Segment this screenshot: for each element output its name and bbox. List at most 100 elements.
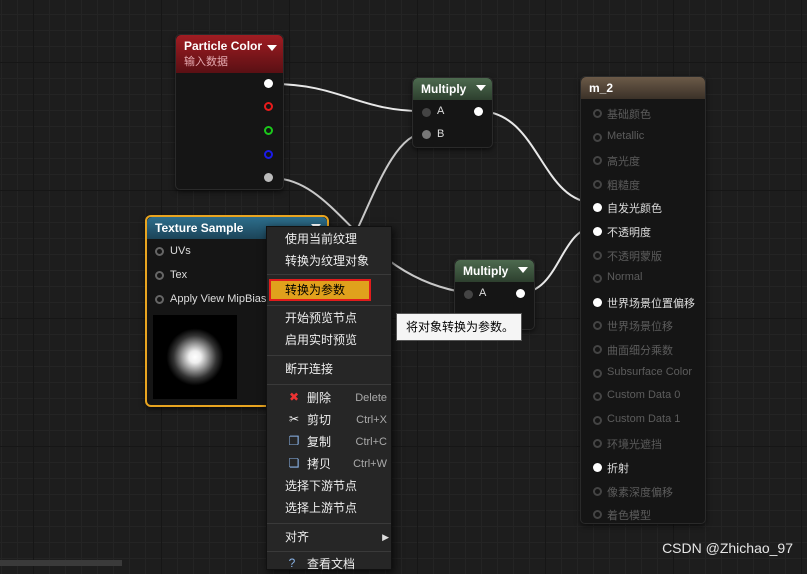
menu-item-label: 选择上游节点: [285, 501, 358, 515]
red-output-pin[interactable]: [264, 102, 273, 111]
menu-item-enable-realtime-preview[interactable]: 启用实时预览: [267, 330, 391, 350]
menu-item-label: 选择下游节点: [285, 479, 358, 493]
material-input-label: 像素深度偏移: [607, 486, 673, 499]
material-input-label: 世界场景位置偏移: [607, 297, 695, 310]
menu-item-break-links[interactable]: 断开连接: [267, 359, 391, 379]
context-menu: 使用当前纹理 转换为纹理对象 转换为参数 开始预览节点 启用实时预览 断开连接 …: [266, 226, 392, 571]
material-input-pin[interactable]: [593, 250, 602, 260]
menu-item-shortcut: Delete: [355, 392, 387, 404]
multiply-1-input-a-pin[interactable]: [422, 108, 431, 117]
particle-color-title: Particle Color: [184, 39, 263, 53]
material-input-label: 不透明度: [607, 227, 651, 239]
menu-item-select-upstream[interactable]: 选择上游节点: [267, 498, 391, 518]
collapse-arrow-icon[interactable]: [518, 267, 528, 273]
texture-sample-title: Texture Sample: [155, 221, 244, 235]
menu-item-cut[interactable]: ✂ 剪切 Ctrl+X: [267, 410, 391, 430]
menu-item-label: 拷贝: [307, 457, 332, 471]
menu-item-convert-to-parameter[interactable]: 转换为参数: [267, 280, 391, 300]
wire-particle-to-multiply1: [272, 83, 426, 113]
menu-item-label: 复制: [307, 435, 332, 449]
scissors-icon: ✂: [288, 412, 300, 426]
menu-separator: [267, 384, 391, 385]
multiply-2-output-pin[interactable]: [516, 289, 525, 298]
multiply-1-output-pin[interactable]: [474, 107, 483, 116]
blue-output-pin[interactable]: [264, 150, 273, 159]
multiply-node-1[interactable]: Multiply A B: [412, 77, 493, 148]
material-input-label: 折射: [607, 463, 629, 475]
rgba-output-pin[interactable]: [264, 79, 273, 88]
material-input-pin[interactable]: [593, 156, 602, 166]
particle-color-subtitle: 输入数据: [184, 56, 228, 68]
menu-item-label: 转换为参数: [285, 283, 346, 297]
material-input-label: Custom Data 1: [607, 412, 681, 425]
material-input-pin[interactable]: [593, 415, 602, 425]
material-input-pin[interactable]: [593, 274, 602, 284]
menu-separator: [267, 523, 391, 524]
material-input-pin[interactable]: [593, 368, 602, 378]
multiply-2-title: Multiply: [463, 264, 509, 278]
multiply-2-header[interactable]: Multiply: [455, 260, 534, 282]
material-input-label: 世界场景位移: [607, 321, 673, 334]
menu-item-copy[interactable]: ❐ 复制 Ctrl+C: [267, 432, 391, 452]
paste-icon: ❏: [288, 456, 300, 470]
submenu-arrow-icon: ▶: [382, 532, 389, 542]
material-input-label: 基础颜色: [607, 109, 651, 121]
material-input-pin[interactable]: [593, 321, 602, 331]
material-input-pin[interactable]: [593, 392, 602, 402]
material-result-header[interactable]: m_2: [581, 77, 705, 99]
alpha-output-pin[interactable]: [264, 173, 273, 182]
menu-item-view-docs[interactable]: ? 查看文档: [267, 554, 391, 574]
material-input-pin[interactable]: [593, 297, 602, 307]
menu-item-label: 剪切: [307, 413, 332, 427]
material-input-pin[interactable]: [593, 486, 602, 496]
tex-input-pin[interactable]: [155, 271, 164, 280]
menu-item-select-downstream[interactable]: 选择下游节点: [267, 476, 391, 496]
material-input-label: Custom Data 0: [607, 389, 681, 402]
bottom-status-bar: [0, 560, 122, 566]
menu-separator: [267, 305, 391, 306]
menu-item-label: 对齐: [285, 530, 310, 544]
material-input-label: 自发光颜色: [607, 203, 662, 216]
menu-item-paste[interactable]: ❏ 拷贝 Ctrl+W: [267, 454, 391, 474]
material-input-pin[interactable]: [593, 439, 602, 449]
mipbias-input-label: Apply View MipBias: [170, 293, 267, 305]
menu-item-label: 开始预览节点: [285, 311, 358, 325]
collapse-arrow-icon[interactable]: [476, 85, 486, 91]
multiply-2-input-a-pin[interactable]: [464, 290, 473, 299]
menu-item-use-current-texture[interactable]: 使用当前纹理: [267, 229, 391, 249]
material-input-pin[interactable]: [593, 463, 602, 472]
multiply-1-header[interactable]: Multiply: [413, 78, 492, 100]
menu-item-shortcut: Ctrl+X: [356, 414, 387, 426]
mipbias-input-pin[interactable]: [155, 295, 164, 304]
material-result-title: m_2: [589, 81, 614, 95]
material-input-pin[interactable]: [593, 109, 602, 118]
menu-item-convert-to-texture-object[interactable]: 转换为纹理对象: [267, 251, 391, 271]
wire-multiply1-to-emissive: [477, 110, 597, 204]
menu-item-delete[interactable]: ✖ 删除 Delete: [267, 388, 391, 408]
menu-separator: [267, 355, 391, 356]
collapse-arrow-icon[interactable]: [267, 45, 277, 51]
material-input-pin[interactable]: [593, 345, 602, 354]
material-result-node[interactable]: m_2 基础颜色 Metallic 高光度 粗糙度 自发光颜色 不透明度 不透明蒙版 Norm…: [580, 76, 706, 524]
material-input-label: 着色模型: [607, 510, 651, 523]
material-input-pin[interactable]: [593, 203, 602, 213]
material-input-pin[interactable]: [593, 227, 602, 236]
menu-item-label: 查看文档: [307, 557, 356, 571]
menu-item-label: 转换为纹理对象: [285, 254, 370, 268]
material-input-label: 高光度: [607, 156, 640, 169]
uvs-input-pin[interactable]: [155, 247, 164, 256]
delete-icon: ✖: [288, 390, 300, 404]
material-input-label: Metallic: [607, 129, 645, 142]
material-input-pin[interactable]: [593, 510, 602, 520]
menu-item-start-preview-node[interactable]: 开始预览节点: [267, 308, 391, 328]
particle-color-node[interactable]: Particle Color 输入数据: [175, 34, 284, 190]
multiply-1-input-b-label: B: [437, 128, 445, 140]
material-input-label: 环境光遮挡: [607, 439, 662, 452]
green-output-pin[interactable]: [264, 126, 273, 135]
tooltip: 将对象转换为参数。: [396, 313, 522, 341]
material-input-pin[interactable]: [593, 132, 602, 142]
multiply-1-input-b-pin[interactable]: [422, 130, 431, 139]
material-input-pin[interactable]: [593, 179, 602, 189]
menu-item-align[interactable]: 对齐 ▶: [267, 527, 391, 547]
particle-color-header[interactable]: Particle Color 输入数据: [176, 35, 283, 73]
